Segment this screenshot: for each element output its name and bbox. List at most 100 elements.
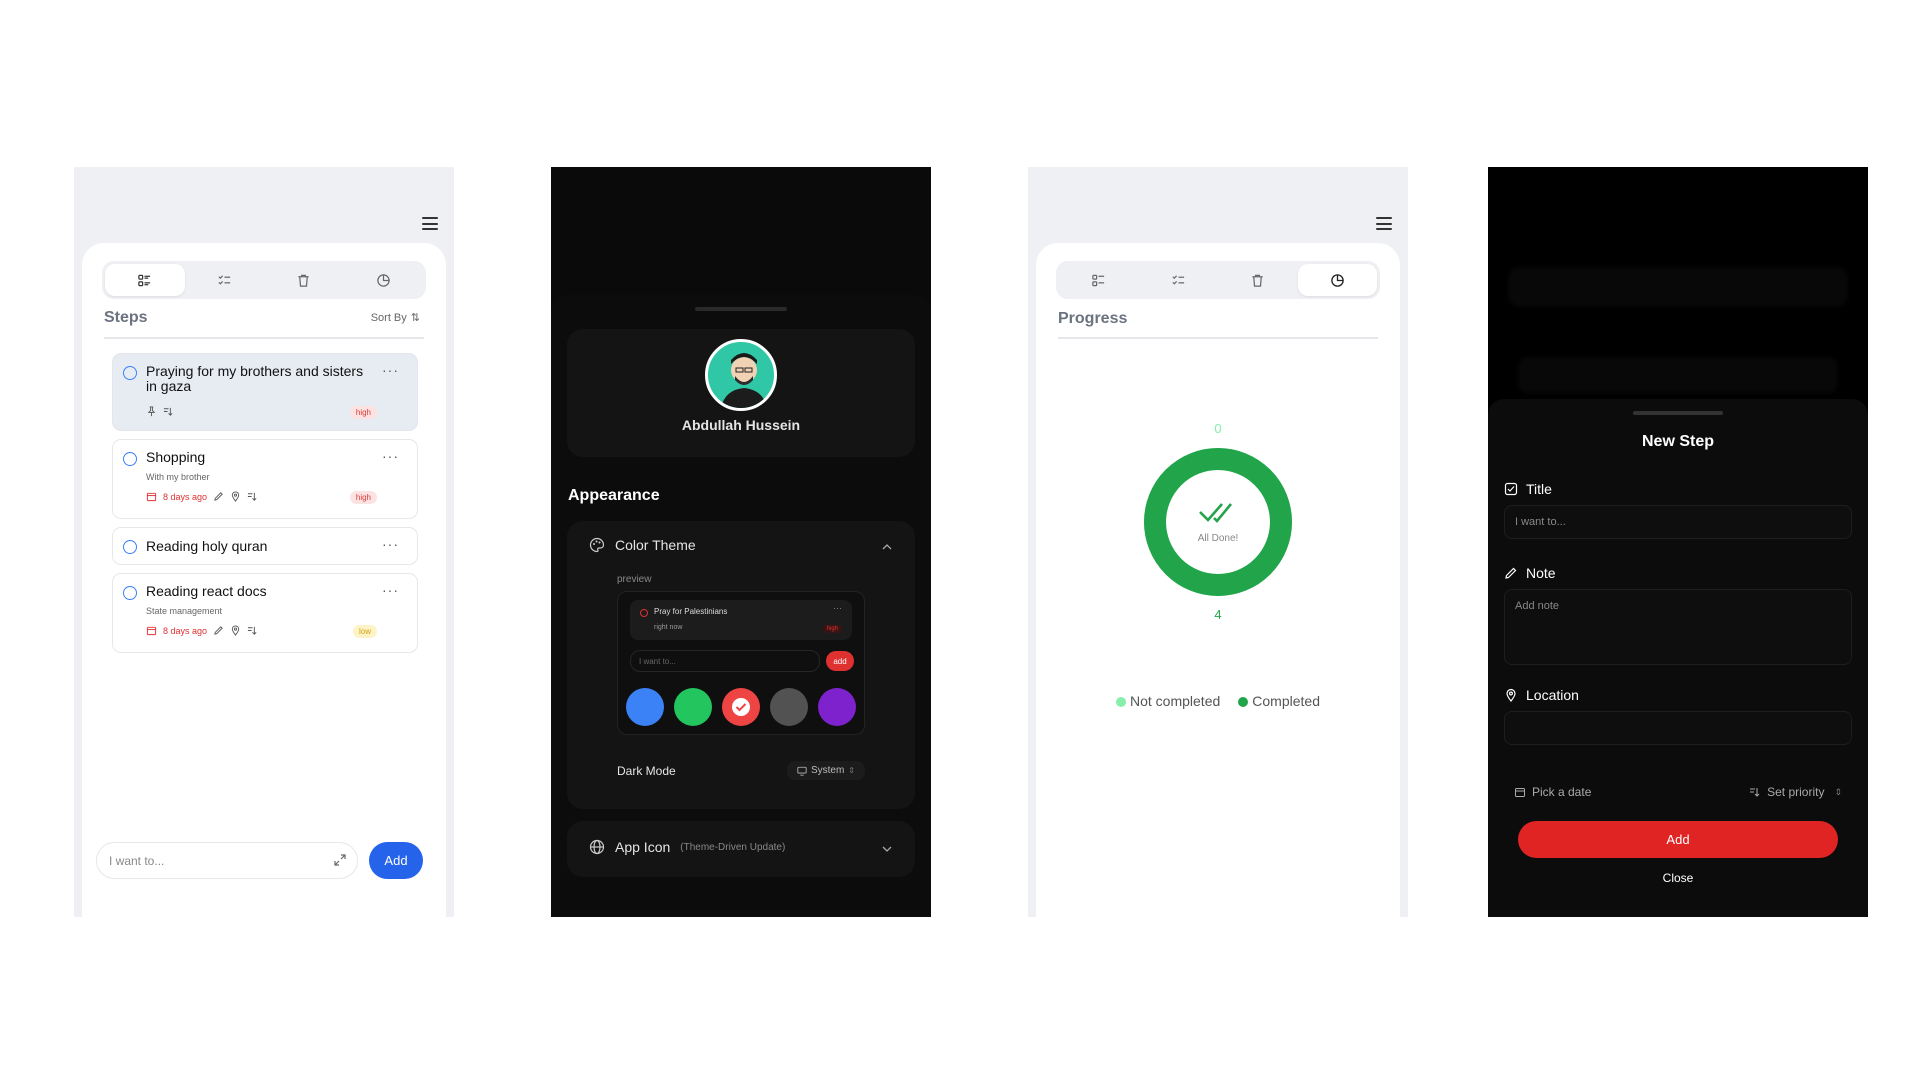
location-label-row: Location [1504, 687, 1579, 703]
list-item[interactable]: Praying for my brothers and sisters in g… [112, 353, 418, 431]
note-label: Note [1526, 565, 1556, 581]
location-label: Location [1526, 687, 1579, 703]
new-step-input[interactable]: I want to... [96, 842, 358, 879]
divider [104, 337, 424, 339]
more-icon[interactable]: ··· [382, 582, 399, 598]
more-icon[interactable]: ··· [382, 362, 399, 378]
swatch-gray[interactable] [770, 688, 808, 726]
title-label: Title [1526, 481, 1552, 497]
task-date: 8 days ago [163, 491, 208, 502]
tab-trash[interactable] [1218, 264, 1298, 296]
date-label: Pick a date [1532, 785, 1592, 799]
date-picker-button[interactable]: Pick a date [1514, 785, 1591, 799]
swatch-blue[interactable] [626, 688, 664, 726]
preview-add-button: add [826, 651, 854, 671]
legend-label: Not completed [1130, 693, 1221, 709]
task-date: 8 days ago [163, 625, 208, 636]
pencil-icon [214, 492, 223, 501]
tab-steps[interactable] [1059, 264, 1139, 296]
sort-label: Sort By [370, 311, 407, 324]
globe-icon [589, 839, 605, 855]
chevron-up-icon[interactable] [881, 541, 893, 553]
menu-icon[interactable] [1376, 217, 1392, 230]
pie-icon [377, 273, 390, 287]
new-step-sheet: New Step Title I want to... Note Add not… [1488, 399, 1868, 917]
legend-label: Completed [1252, 693, 1320, 709]
task-meta [146, 406, 174, 417]
calendar-icon [1515, 788, 1525, 797]
list-item[interactable]: Reading holy quran ··· [112, 527, 418, 565]
menu-icon[interactable] [422, 217, 438, 230]
donut-completed-arc [1144, 448, 1292, 596]
location-icon [231, 625, 240, 636]
color-theme-section: Color Theme preview Pray for Palestinian… [567, 521, 915, 809]
expand-icon[interactable] [333, 853, 347, 867]
tab-completed[interactable] [1139, 264, 1219, 296]
dark-mode-select[interactable]: System ⇕ [786, 761, 865, 780]
complete-checkbox[interactable] [123, 452, 137, 466]
task-title: Praying for my brothers and sisters in g… [146, 363, 364, 394]
priority-select[interactable]: Set priority ⇕ [1749, 785, 1842, 799]
theme-preview: Pray for Palestinians right now ··· high… [617, 591, 865, 735]
swatch-green[interactable] [674, 688, 712, 726]
task-title: Reading react docs [146, 583, 267, 599]
more-icon[interactable]: ··· [382, 448, 399, 464]
preview-badge: high [822, 625, 842, 633]
swatch-red[interactable] [722, 688, 760, 726]
task-subtitle: State management [146, 606, 223, 616]
tab-completed[interactable] [185, 264, 265, 296]
chevron-down-icon[interactable] [881, 843, 893, 855]
complete-checkbox[interactable] [123, 366, 137, 380]
sheet-handle[interactable] [695, 307, 787, 311]
app-icon-section[interactable]: App Icon (Theme-Driven Update) [567, 821, 915, 877]
dimmed-background [551, 167, 931, 315]
double-check-icon-2 [1213, 503, 1233, 523]
tab-progress[interactable] [344, 264, 424, 296]
pencil-icon [1505, 567, 1517, 579]
appearance-title: Appearance [568, 487, 660, 504]
tab-trash[interactable] [264, 264, 344, 296]
pie-icon [1330, 273, 1344, 287]
pin-icon [147, 406, 156, 417]
chart-legend: Not completed Completed [1028, 693, 1408, 709]
list-item[interactable]: Reading react docs ··· State management … [112, 573, 418, 653]
add-button[interactable]: Add [1518, 821, 1838, 858]
progress-chart: 0 All Done! 4 [1028, 337, 1408, 622]
priority-icon [1750, 788, 1760, 797]
tab-steps[interactable] [105, 264, 185, 296]
note-textarea[interactable]: Add note [1504, 589, 1852, 665]
updown-icon: ⇕ [1834, 786, 1842, 797]
sheet-handle[interactable] [1633, 411, 1723, 415]
more-icon[interactable]: ··· [382, 536, 399, 552]
preview-task-title: Pray for Palestinians [654, 607, 728, 616]
title-input[interactable]: I want to... [1504, 505, 1852, 539]
tab-progress[interactable] [1297, 264, 1377, 296]
close-button[interactable]: Close [1488, 871, 1868, 885]
priority-icon [247, 626, 257, 635]
swatch-purple[interactable] [818, 688, 856, 726]
check-circle-icon [732, 698, 750, 716]
complete-checkbox[interactable] [123, 586, 137, 600]
priority-label: Set priority [1767, 785, 1825, 799]
task-meta: 8 days ago [146, 625, 258, 636]
add-button[interactable]: Add [369, 842, 423, 879]
priority-icon [163, 407, 173, 416]
checkbox-icon [1504, 482, 1518, 496]
priority-icon [247, 492, 257, 501]
task-meta: 8 days ago [146, 491, 258, 502]
sort-button[interactable]: Sort By ⇅ [370, 311, 420, 325]
list-item[interactable]: Shopping ··· With my brother 8 days ago … [112, 439, 418, 519]
note-label-row: Note [1504, 565, 1556, 581]
legend-dot [1116, 697, 1126, 708]
steps-screen: Steps Sort By ⇅ Praying for my brothers a… [74, 167, 454, 917]
tab-bar [1056, 261, 1380, 299]
options-row: Pick a date Set priority ⇕ [1514, 785, 1842, 799]
app-icon-header: App Icon (Theme-Driven Update) [589, 839, 785, 855]
app-icon-label: App Icon [615, 839, 671, 855]
location-input[interactable] [1504, 711, 1852, 745]
complete-checkbox[interactable] [123, 540, 137, 554]
dimmed-tabs [1508, 267, 1848, 307]
task-title: Reading holy quran [146, 538, 268, 554]
color-theme-header[interactable]: Color Theme [589, 537, 696, 553]
preview-input: I want to... [630, 650, 820, 672]
